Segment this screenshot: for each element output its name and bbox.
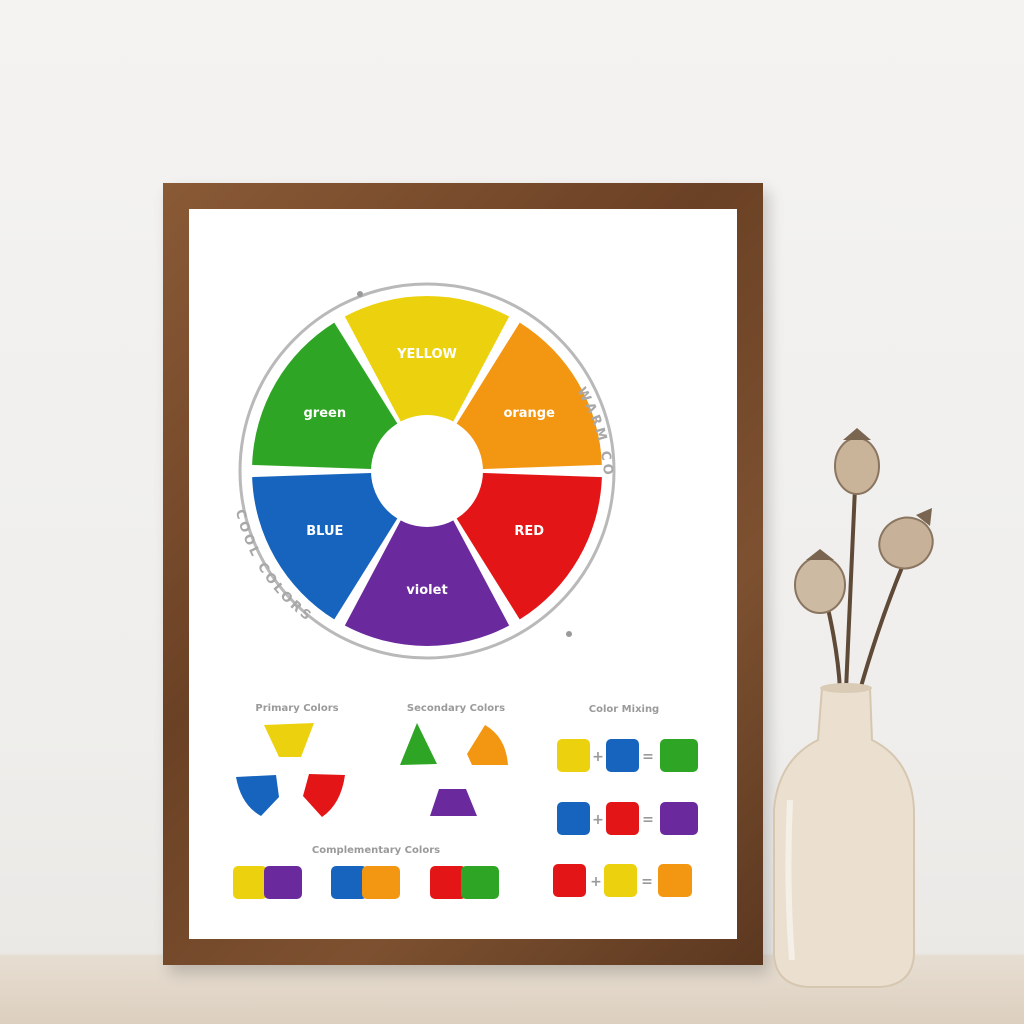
wheel-label-orange: orange: [503, 406, 555, 421]
svg-text:+: +: [592, 812, 604, 828]
shelf: [0, 955, 1024, 1024]
color-mixing-rows: + = + = + =: [553, 739, 698, 897]
wheel-label-red: RED: [514, 524, 544, 539]
wheel-label-yellow: YELLOW: [396, 347, 457, 362]
secondary-colors-diagram: [400, 723, 508, 816]
svg-text:+: +: [592, 749, 604, 765]
svg-text:=: =: [642, 749, 654, 765]
wheel-label-blue: BLUE: [306, 524, 343, 539]
color-mixing-title: Color Mixing: [589, 704, 659, 715]
svg-text:=: =: [641, 874, 653, 890]
color-wheel-poster: YELLOWorangeREDvioletBLUEgreen WARM COLO…: [189, 209, 698, 899]
picture-frame: YELLOWorangeREDvioletBLUEgreen WARM COLO…: [163, 183, 763, 965]
svg-text:+: +: [590, 874, 602, 890]
primary-colors-diagram: [236, 723, 345, 817]
svg-text:=: =: [642, 812, 654, 828]
primary-colors-title: Primary Colors: [255, 703, 338, 714]
wheel-label-violet: violet: [406, 583, 447, 598]
poster: YELLOWorangeREDvioletBLUEgreen WARM COLO…: [189, 209, 737, 939]
wheel-label-green: green: [304, 406, 347, 421]
complementary-pairs: [233, 866, 499, 899]
complementary-colors-title: Complementary Colors: [312, 845, 440, 856]
secondary-colors-title: Secondary Colors: [407, 703, 505, 714]
